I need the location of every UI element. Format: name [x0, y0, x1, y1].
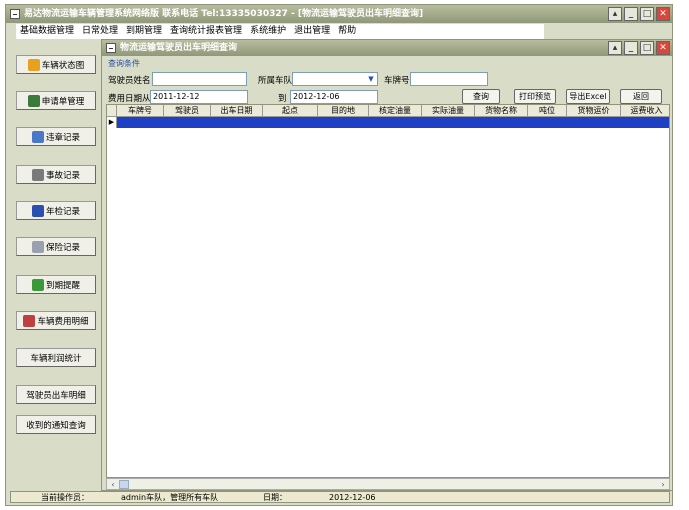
- status-bar: 当前操作员： admin车队，管理所有车队 日期： 2012-12-06: [10, 491, 670, 503]
- scroll-right-icon[interactable]: ›: [658, 480, 668, 489]
- sidebar-item-5[interactable]: 保险记录: [16, 237, 96, 256]
- title-bar: 易达物流运输车辆管理系统网络版 联系电话 Tel:13335030327 - […: [6, 5, 672, 23]
- sidebar-item-0[interactable]: 车辆状态图: [16, 55, 96, 74]
- inner-title-bar: 物流运输驾驶员出车明细查询 ▴ _ □ ✕: [102, 40, 672, 56]
- insurance-icon: [31, 240, 44, 253]
- chevron-down-icon[interactable]: ▼: [366, 74, 376, 84]
- sidebar-item-label: 年检记录: [45, 206, 80, 217]
- plate-input[interactable]: [410, 72, 488, 86]
- driver-label: 驾驶员姓名: [108, 76, 151, 86]
- column-header[interactable]: 运费收入: [621, 105, 669, 117]
- results-table[interactable]: 车牌号 驾驶员 出车日期 起点 目的地 核定油量 实际油量 货物名称 吨位 货物运价 运费收入 ▶: [106, 104, 670, 478]
- sidebar-item-2[interactable]: 违章记录: [16, 127, 96, 146]
- sidebar-item-7[interactable]: 车辆费用明细: [16, 311, 96, 330]
- sidebar-item-label: 事故记录: [45, 170, 80, 181]
- window-title: 易达物流运输车辆管理系统网络版 联系电话 Tel:13335030327 - […: [24, 9, 424, 19]
- system-menu-icon[interactable]: [106, 43, 116, 53]
- sidebar-item-label: 到期提醒: [45, 280, 80, 291]
- column-header[interactable]: 起点: [263, 105, 318, 117]
- sidebar-item-9[interactable]: 驾驶员出车明细: [16, 385, 96, 404]
- sidebar-item-label: 车辆费用明细: [37, 316, 89, 327]
- column-header[interactable]: 吨位: [528, 105, 567, 117]
- menu-reports[interactable]: 查询统计报表管理: [170, 24, 242, 39]
- menu-bar: 基础数据管理 日常处理 到期管理 查询统计报表管理 系统维护 退出管理 帮助: [16, 24, 544, 39]
- date-to-input[interactable]: 2012-12-06: [290, 90, 378, 104]
- column-header[interactable]: 核定油量: [369, 105, 422, 117]
- column-header[interactable]: 实际油量: [422, 105, 475, 117]
- application-icon: [27, 94, 40, 107]
- column-header[interactable]: 货物运价: [567, 105, 621, 117]
- menu-expiry[interactable]: 到期管理: [126, 24, 162, 39]
- inner-title: 物流运输驾驶员出车明细查询: [120, 43, 238, 53]
- sidebar-item-1[interactable]: 申请单管理: [16, 91, 96, 110]
- menu-daily[interactable]: 日常处理: [82, 24, 118, 39]
- sidebar-item-label: 驾驶员出车明细: [26, 390, 86, 401]
- column-header[interactable]: 车牌号: [117, 105, 164, 117]
- column-header[interactable]: 出车日期: [211, 105, 263, 117]
- header-indicator: [107, 105, 117, 117]
- main-window: 易达物流运输车辆管理系统网络版 联系电话 Tel:13335030327 - […: [5, 4, 673, 506]
- search-button[interactable]: 查询: [462, 89, 500, 104]
- driver-input[interactable]: [152, 72, 247, 86]
- violation-icon: [31, 130, 44, 143]
- scroll-thumb[interactable]: [119, 480, 129, 489]
- team-label: 所属车队: [258, 76, 293, 86]
- inspection-icon: [31, 204, 44, 217]
- help-icon[interactable]: ▴: [608, 41, 622, 55]
- close-button[interactable]: ✕: [656, 7, 670, 21]
- back-button[interactable]: 返回: [620, 89, 662, 104]
- sidebar-item-4[interactable]: 年检记录: [16, 201, 96, 220]
- sidebar-item-label: 申请单管理: [41, 96, 85, 107]
- menu-system[interactable]: 系统维护: [250, 24, 286, 39]
- row-indicator-icon: ▶: [107, 117, 117, 128]
- menu-basic-data[interactable]: 基础数据管理: [20, 24, 74, 39]
- menu-exit[interactable]: 退出管理: [294, 24, 330, 39]
- column-header[interactable]: 驾驶员: [164, 105, 211, 117]
- minimize-button[interactable]: _: [624, 41, 638, 55]
- table-header: 车牌号 驾驶员 出车日期 起点 目的地 核定油量 实际油量 货物名称 吨位 货物运价 运费收入: [107, 105, 669, 117]
- maximize-button[interactable]: □: [640, 41, 654, 55]
- date-to-label: 到: [278, 94, 287, 104]
- accident-icon: [31, 168, 44, 181]
- query-section-label: 查询条件: [108, 59, 140, 68]
- help-icon[interactable]: ▴: [608, 7, 622, 21]
- export-excel-button[interactable]: 导出Excel: [566, 89, 610, 104]
- sidebar-item-label: 收到的通知查询: [26, 420, 86, 431]
- reminder-icon: [31, 278, 44, 291]
- menu-help[interactable]: 帮助: [338, 24, 356, 39]
- sidebar-item-6[interactable]: 到期提醒: [16, 275, 96, 294]
- system-menu-icon[interactable]: [10, 9, 20, 19]
- vehicle-status-icon: [27, 58, 40, 71]
- sidebar-item-8[interactable]: 车辆利润统计: [16, 348, 96, 367]
- sidebar-item-label: 保险记录: [45, 242, 80, 253]
- sidebar-item-3[interactable]: 事故记录: [16, 165, 96, 184]
- plate-label: 车牌号: [384, 76, 410, 86]
- close-button[interactable]: ✕: [656, 41, 670, 55]
- date-from-input[interactable]: 2011-12-12: [150, 90, 248, 104]
- date-label: 日期：: [263, 493, 287, 502]
- date-from-label: 费用日期从: [108, 94, 151, 104]
- print-preview-button[interactable]: 打印预览: [514, 89, 556, 104]
- date-value: 2012-12-06: [329, 493, 376, 502]
- column-header[interactable]: 目的地: [318, 105, 369, 117]
- scroll-left-icon[interactable]: ‹: [108, 480, 118, 489]
- minimize-button[interactable]: _: [624, 7, 638, 21]
- sidebar-item-label: 违章记录: [45, 132, 80, 143]
- query-window: 物流运输驾驶员出车明细查询 ▴ _ □ ✕ 查询条件 驾驶员姓名 所属车队 ▼ …: [101, 39, 673, 491]
- team-select[interactable]: ▼: [292, 72, 378, 86]
- sidebar-item-10[interactable]: 收到的通知查询: [16, 415, 96, 434]
- column-header[interactable]: 货物名称: [475, 105, 528, 117]
- sidebar: 车辆状态图申请单管理违章记录事故记录年检记录保险记录到期提醒车辆费用明细车辆利润…: [10, 41, 100, 489]
- operator-value: admin车队，管理所有车队: [121, 493, 219, 502]
- expense-icon: [23, 314, 36, 327]
- operator-label: 当前操作员：: [41, 493, 89, 502]
- horizontal-scrollbar[interactable]: ‹ ›: [106, 478, 670, 490]
- table-row-selected[interactable]: [107, 117, 669, 128]
- maximize-button[interactable]: □: [640, 7, 654, 21]
- sidebar-item-label: 车辆状态图: [41, 60, 85, 71]
- sidebar-item-label: 车辆利润统计: [30, 353, 82, 364]
